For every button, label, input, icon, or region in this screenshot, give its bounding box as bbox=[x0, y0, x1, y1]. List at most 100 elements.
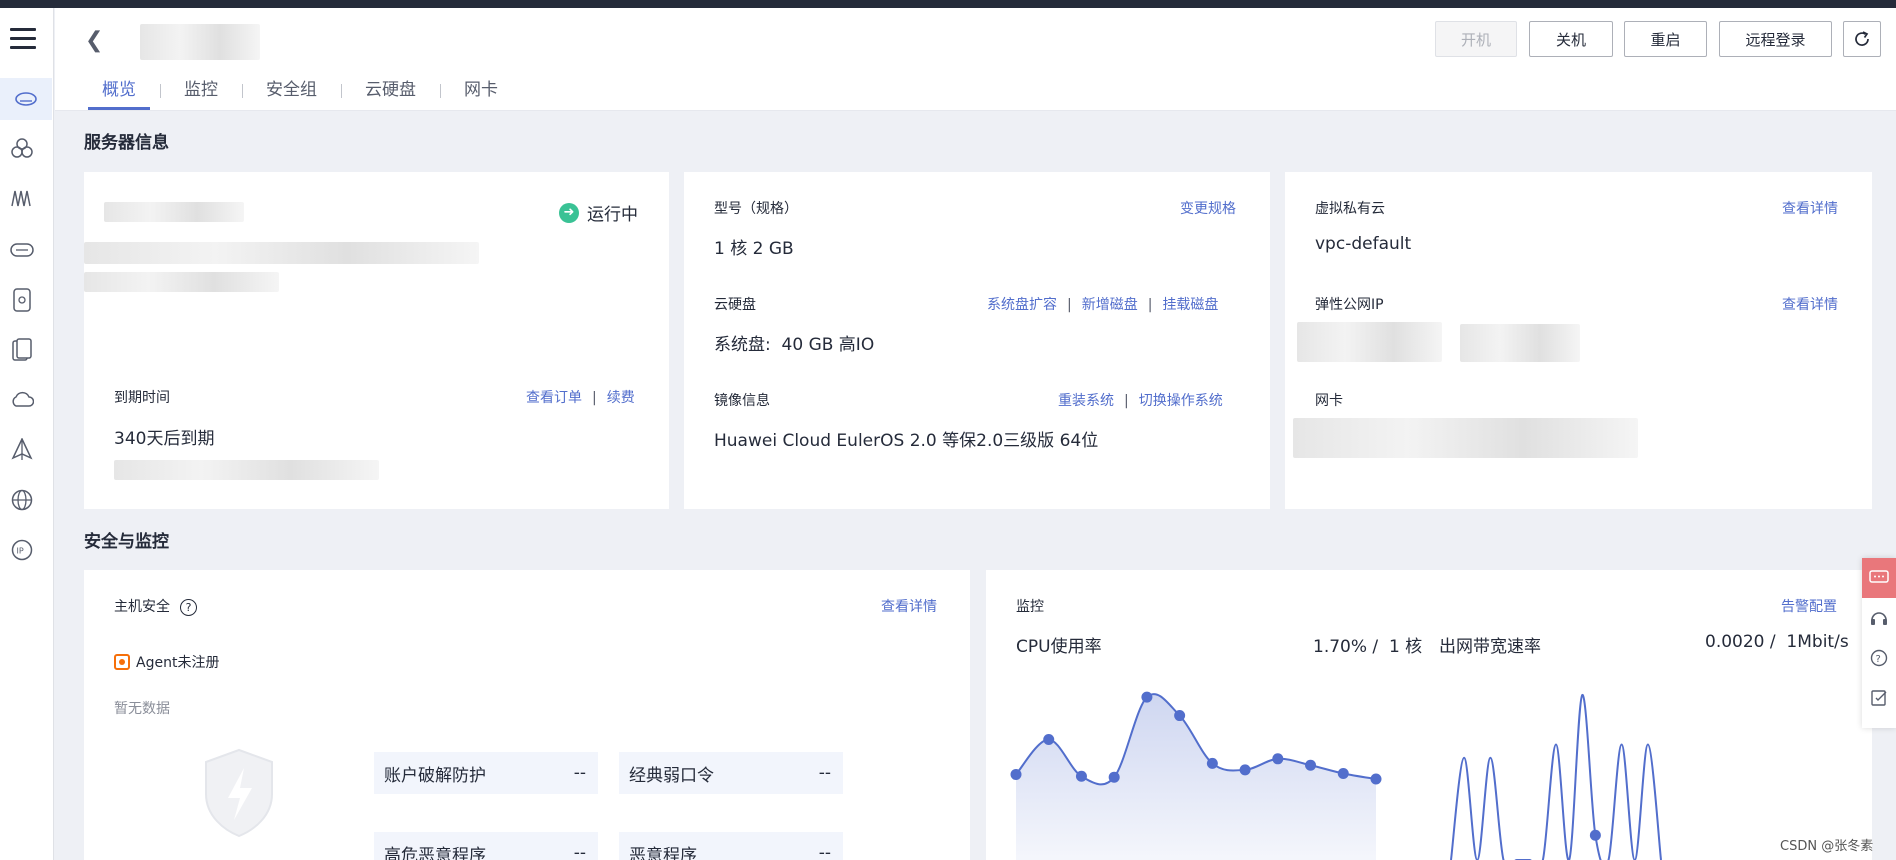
expiry-date-blurred bbox=[114, 460, 379, 480]
add-disk-link[interactable]: 新增磁盘 bbox=[1082, 297, 1138, 313]
high-risk-malware-label: 高危恶意程序 bbox=[384, 845, 486, 860]
switch-os-link[interactable]: 切换操作系统 bbox=[1139, 393, 1223, 409]
instance-desc-blurred-2 bbox=[84, 272, 279, 292]
restart-button[interactable]: 重启 bbox=[1624, 21, 1707, 57]
nic-label: 网卡 bbox=[1315, 393, 1343, 409]
feedback-icon[interactable] bbox=[1862, 678, 1896, 718]
mount-disk-link[interactable]: 挂载磁盘 bbox=[1162, 297, 1218, 313]
nic-blurred bbox=[1293, 418, 1638, 458]
left-nav-rail: IP bbox=[0, 8, 54, 860]
ip-icon[interactable]: IP bbox=[8, 536, 36, 564]
question-icon[interactable]: ? bbox=[1862, 638, 1896, 678]
shutdown-button[interactable]: 关机 bbox=[1529, 21, 1613, 57]
cloud-sync-icon[interactable] bbox=[8, 386, 36, 414]
cpu-point-11 bbox=[1370, 773, 1382, 785]
high-risk-malware-value: -- bbox=[573, 843, 586, 860]
renew-link[interactable]: 续费 bbox=[607, 390, 635, 406]
monitor-label: 监控 bbox=[1016, 599, 1044, 615]
image-value: Huawei Cloud EulerOS 2.0 等保2.0三级版 64位 bbox=[714, 431, 1099, 451]
cpu-point-5 bbox=[1174, 710, 1186, 722]
disk-icon[interactable] bbox=[8, 286, 36, 314]
cpu-point-8 bbox=[1272, 753, 1284, 765]
shield-icon bbox=[205, 748, 273, 838]
image-links: 重装系统 | 切换操作系统 bbox=[1058, 393, 1223, 409]
cpu-point-1 bbox=[1043, 733, 1055, 745]
expiry-label: 到期时间 bbox=[114, 390, 170, 406]
help-icon[interactable]: ? bbox=[180, 598, 197, 616]
network-wave-icon[interactable] bbox=[8, 184, 36, 212]
tab-cloud-disk[interactable]: 云硬盘 bbox=[341, 78, 440, 110]
instance-basic-card: ➜ 运行中 到期时间 查看订单 | 续费 340天后到期 bbox=[84, 172, 669, 509]
network-card: 虚拟私有云 查看详情 vpc-default 弹性公网IP 查看详情 网卡 bbox=[1285, 172, 1872, 509]
svg-text:?: ? bbox=[1876, 654, 1881, 665]
tab-nic[interactable]: 网卡 bbox=[440, 78, 522, 110]
host-security-card: 主机安全? 查看详情 Agent未注册 暂无数据 账户破解防护 -- 经典弱口令 -… bbox=[84, 570, 970, 860]
eip-blurred-2 bbox=[1460, 324, 1580, 362]
high-risk-malware: 高危恶意程序 -- bbox=[374, 832, 598, 860]
vpc-label: 虚拟私有云 bbox=[1315, 201, 1385, 217]
remote-login-button[interactable]: 远程登录 bbox=[1719, 21, 1832, 57]
cluster-icon[interactable] bbox=[8, 134, 36, 162]
disk-links: 系统盘扩容 | 新增磁盘 | 挂载磁盘 bbox=[987, 297, 1219, 313]
server-info-title: 服务器信息 bbox=[84, 133, 169, 153]
change-spec-link[interactable]: 变更规格 bbox=[1180, 198, 1236, 218]
malware-label: 恶意程序 bbox=[629, 845, 697, 860]
host-security-text: 主机安全 bbox=[114, 599, 170, 615]
reinstall-link[interactable]: 重装系统 bbox=[1058, 393, 1114, 409]
agent-status: Agent未注册 bbox=[114, 652, 219, 672]
bandwidth-point bbox=[1589, 829, 1601, 841]
storage-icon[interactable] bbox=[8, 236, 36, 264]
security-monitor-title: 安全与监控 bbox=[84, 532, 169, 552]
disk-value: 系统盘: 40 GB 高IO bbox=[714, 335, 875, 355]
cpu-usage-chart bbox=[1010, 691, 1382, 860]
disk-expand-link[interactable]: 系统盘扩容 bbox=[987, 297, 1057, 313]
cpu-area bbox=[1016, 694, 1376, 860]
watermark: CSDN @张冬素 bbox=[1780, 839, 1874, 854]
instance-name-blurred bbox=[140, 24, 260, 60]
cpu-point-7 bbox=[1239, 764, 1251, 776]
hamburger-menu-icon[interactable] bbox=[10, 28, 36, 50]
image-label: 镜像信息 bbox=[714, 393, 770, 409]
instance-desc-blurred bbox=[84, 242, 479, 264]
cpu-point-2 bbox=[1075, 770, 1087, 782]
bandwidth-chart bbox=[1450, 693, 1662, 860]
cpu-value: 1.70% / 1 核 bbox=[1313, 637, 1423, 657]
eip-blurred bbox=[1297, 322, 1442, 362]
eip-detail-link[interactable]: 查看详情 bbox=[1782, 294, 1838, 314]
malware: 恶意程序 -- bbox=[619, 832, 843, 860]
weak-password-label: 经典弱口令 bbox=[629, 765, 714, 786]
monitor-card: 监控 告警配置 CPU使用率 1.70% / 1 核 出网带宽速率 0.0020… bbox=[986, 570, 1872, 860]
cloud-server-icon[interactable] bbox=[0, 78, 52, 120]
tab-overview[interactable]: 概览 bbox=[78, 78, 160, 110]
tab-security-group[interactable]: 安全组 bbox=[242, 78, 341, 110]
account-crack-label: 账户破解防护 bbox=[384, 765, 486, 786]
tab-monitoring[interactable]: 监控 bbox=[160, 78, 242, 110]
instance-header: ❮ 开机 关机 重启 远程登录 概览 监控 安全组 云硬盘 网卡 bbox=[55, 8, 1896, 111]
spec-card: 型号（规格） 变更规格 1 核 2 GB 云硬盘 系统盘扩容 | 新增磁盘 | 挂载磁盘… bbox=[684, 172, 1270, 509]
backup-icon[interactable] bbox=[8, 336, 36, 364]
back-arrow-icon[interactable]: ❮ bbox=[85, 28, 103, 53]
cpu-point-6 bbox=[1206, 757, 1218, 769]
chat-icon[interactable] bbox=[1862, 558, 1896, 598]
instance-id-blurred bbox=[104, 202, 244, 222]
start-button[interactable]: 开机 bbox=[1435, 21, 1517, 57]
headset-icon[interactable] bbox=[1862, 598, 1896, 638]
spec-value: 1 核 2 GB bbox=[714, 239, 794, 259]
globe-icon[interactable] bbox=[8, 486, 36, 514]
disk-label: 云硬盘 bbox=[714, 297, 756, 313]
account-crack-protection: 账户破解防护 -- bbox=[374, 752, 598, 794]
security-detail-link[interactable]: 查看详情 bbox=[881, 596, 937, 616]
vpc-detail-link[interactable]: 查看详情 bbox=[1782, 198, 1838, 218]
bandwidth-value: 0.0020 / 1Mbit/s bbox=[1705, 632, 1849, 652]
vpc-value[interactable]: vpc-default bbox=[1315, 234, 1411, 254]
status-text: 运行中 bbox=[587, 205, 638, 225]
alarm-config-link[interactable]: 告警配置 bbox=[1781, 596, 1837, 616]
cpu-point-10 bbox=[1337, 768, 1349, 780]
cpu-point-0 bbox=[1010, 768, 1022, 780]
deploy-icon[interactable] bbox=[8, 436, 36, 464]
bandwidth-line bbox=[1450, 693, 1662, 860]
order-links: 查看订单 | 续费 bbox=[526, 390, 635, 406]
view-order-link[interactable]: 查看订单 bbox=[526, 390, 582, 406]
refresh-button[interactable] bbox=[1843, 21, 1881, 57]
running-status-icon: ➜ bbox=[559, 202, 579, 223]
